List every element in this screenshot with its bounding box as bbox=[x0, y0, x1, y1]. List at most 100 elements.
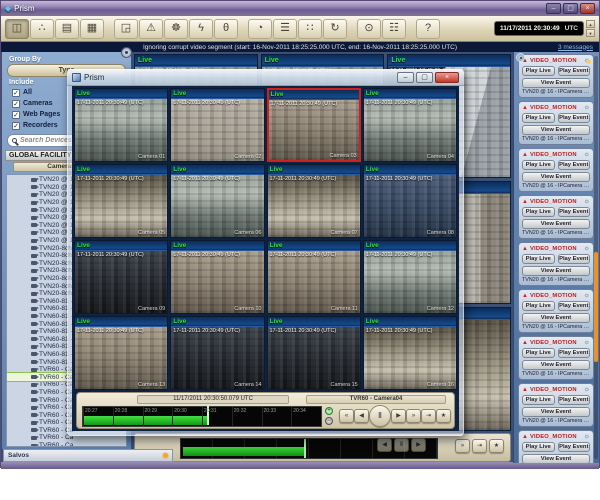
jump-end-button[interactable]: ⇥ bbox=[421, 409, 436, 423]
play-live-button[interactable]: Play Live bbox=[522, 254, 555, 264]
play-live-button[interactable]: Play Live bbox=[522, 442, 555, 452]
camera-tile[interactable]: Live 17-11-2011 20:30:49 (UTC) Camera 06 bbox=[170, 164, 264, 238]
camera-tile[interactable]: Live 17-11-2011 20:30:49 (UTC) Camera 08 bbox=[363, 164, 457, 238]
child-maximize-button[interactable]: ▢ bbox=[416, 72, 433, 83]
bg-bookmark-button[interactable]: ★ bbox=[489, 439, 504, 453]
actions-button[interactable]: ϟ bbox=[189, 19, 213, 39]
play-event-button[interactable]: Play Event bbox=[558, 207, 591, 217]
camera-tile[interactable]: Live 17-11-2011 20:30:49 (UTC) Camera 16 bbox=[363, 316, 457, 390]
layout-panes-button[interactable]: ◫ bbox=[5, 19, 29, 39]
play-event-button[interactable]: Play Event bbox=[558, 301, 591, 311]
view-event-button[interactable]: View Event bbox=[522, 407, 590, 417]
play-reverse-button[interactable]: ◀ bbox=[354, 409, 369, 423]
view-event-button[interactable]: View Event bbox=[522, 313, 590, 323]
events-scrollbar-thumb[interactable] bbox=[594, 252, 598, 362]
camera-tile[interactable]: Live 17-11-2011 20:30:49 (UTC) Camera 14 bbox=[170, 316, 264, 390]
camera-tile[interactable]: Live 17-11-2011 20:30:49 (UTC) Camera 02 bbox=[170, 88, 264, 162]
timeline-zoom-out-button[interactable]: − bbox=[325, 417, 333, 425]
pause-button[interactable]: Ⅱ bbox=[369, 405, 391, 427]
events-button[interactable]: ☸ bbox=[164, 19, 188, 39]
view-event-button[interactable]: View Event bbox=[522, 360, 590, 370]
bg-jump-end-button[interactable]: ⇥ bbox=[472, 439, 487, 453]
filter-checkbox[interactable]: ✓ bbox=[12, 100, 20, 108]
camera-tile[interactable]: Live 17-11-2011 20:30:49 (UTC) Camera 13 bbox=[74, 316, 168, 390]
bg-play-button[interactable]: ▶ bbox=[411, 438, 426, 452]
bg-fast-forward-button[interactable]: » bbox=[455, 439, 470, 453]
view-event-button[interactable]: View Event bbox=[522, 266, 590, 276]
camera-tile[interactable]: Live 17-11-2011 20:30:49 (UTC) Camera 03 bbox=[267, 88, 361, 162]
view-event-button[interactable]: View Event bbox=[522, 78, 590, 88]
event-gear-icon[interactable]: ☼ bbox=[584, 151, 590, 159]
event-gear-icon[interactable]: ☼ bbox=[584, 292, 590, 300]
camera-tile[interactable]: Live 17-11-2011 20:30:49 (UTC) Camera 01 bbox=[74, 88, 168, 162]
view-event-button[interactable]: View Event bbox=[522, 454, 590, 463]
play-event-button[interactable]: Play Event bbox=[558, 395, 591, 405]
event-gear-icon[interactable]: ☼ bbox=[584, 433, 590, 441]
play-live-button[interactable]: Play Live bbox=[522, 348, 555, 358]
jump-start-button[interactable]: « bbox=[339, 409, 354, 423]
view-event-button[interactable]: View Event bbox=[522, 125, 590, 135]
filter-checkbox[interactable]: ✓ bbox=[12, 111, 20, 119]
network-button[interactable]: ☷ bbox=[382, 19, 406, 39]
help-button[interactable]: ? bbox=[416, 19, 440, 39]
events-settings-gear-icon[interactable] bbox=[516, 53, 525, 62]
play-live-button[interactable]: Play Live bbox=[522, 66, 555, 76]
play-live-button[interactable]: Play Live bbox=[522, 207, 555, 217]
filter-checkbox[interactable]: ✓ bbox=[12, 89, 20, 97]
camera-tile[interactable]: Live 17-11-2011 20:30:49 (UTC) Camera 09 bbox=[74, 240, 168, 314]
event-gear-icon[interactable]: ☼ bbox=[584, 339, 590, 347]
camera-tile[interactable]: Live 17-11-2011 20:30:49 (UTC) Camera 15 bbox=[267, 316, 361, 390]
close-button[interactable]: × bbox=[580, 3, 595, 14]
view-event-button[interactable]: View Event bbox=[522, 172, 590, 182]
background-timeline-cursor[interactable] bbox=[304, 439, 306, 458]
filter-checkbox[interactable]: ✓ bbox=[12, 122, 20, 130]
playback-timeline[interactable]: 20:27 20:28 20:29 20:30 bbox=[82, 406, 322, 427]
grid-layout-button[interactable]: ▦ bbox=[80, 19, 104, 39]
camera-tile[interactable]: Live 17-11-2011 20:30:49 (UTC) Camera 05 bbox=[74, 164, 168, 238]
event-gear-icon[interactable]: ☼ bbox=[584, 386, 590, 394]
alarms-button[interactable]: ⚠ bbox=[139, 19, 163, 39]
play-live-button[interactable]: Play Live bbox=[522, 301, 555, 311]
play-event-button[interactable]: Play Event bbox=[558, 254, 591, 264]
play-live-button[interactable]: Play Live bbox=[522, 160, 555, 170]
salvos-bar[interactable]: Salvos bbox=[3, 449, 173, 462]
play-event-button[interactable]: Play Event bbox=[558, 66, 591, 76]
child-close-button[interactable]: × bbox=[435, 72, 459, 83]
bg-pause-button[interactable]: Ⅱ bbox=[394, 438, 409, 452]
play-live-button[interactable]: Play Live bbox=[522, 395, 555, 405]
spin-down-button[interactable]: ▼ bbox=[586, 29, 595, 37]
child-title-bar[interactable]: Prism – ▢ × bbox=[67, 69, 464, 86]
play-event-button[interactable]: Play Event bbox=[558, 442, 591, 452]
components-button[interactable]: ∷ bbox=[298, 19, 322, 39]
messages-link[interactable]: 3 messages bbox=[558, 44, 593, 51]
video-search-button[interactable]: ◲ bbox=[114, 19, 138, 39]
play-button[interactable]: ▶ bbox=[391, 409, 406, 423]
maximize-button[interactable]: ▢ bbox=[563, 3, 578, 14]
event-gear-icon[interactable]: ☼ bbox=[584, 245, 590, 253]
camera-tile[interactable]: Live 17-11-2011 20:30:49 (UTC) Camera 11 bbox=[267, 240, 361, 314]
lock-button[interactable]: θ bbox=[214, 19, 238, 39]
minimize-button[interactable]: – bbox=[546, 3, 561, 14]
bg-play-reverse-button[interactable]: ◀ bbox=[377, 438, 392, 452]
play-event-button[interactable]: Play Event bbox=[558, 113, 591, 123]
time-button[interactable]: ◔ bbox=[248, 19, 272, 39]
camera-tile[interactable]: Live 17-11-2011 20:30:49 (UTC) Camera 10 bbox=[170, 240, 264, 314]
event-gear-icon[interactable]: ☼ bbox=[584, 198, 590, 206]
spin-up-button[interactable]: ▲ bbox=[586, 20, 595, 28]
sidebar-collapse-toggle[interactable] bbox=[121, 47, 132, 58]
tree-item[interactable]: TVR60 - Ca bbox=[7, 442, 126, 447]
device-tree-button[interactable]: ∴ bbox=[30, 19, 54, 39]
sequence-button[interactable]: ▤ bbox=[55, 19, 79, 39]
camera-tile[interactable]: Live 17-11-2011 20:30:49 (UTC) Camera 07 bbox=[267, 164, 361, 238]
schedule-button[interactable]: ⊙ bbox=[357, 19, 381, 39]
camera-tile[interactable]: Live 17-11-2011 20:30:49 (UTC) Camera 04 bbox=[363, 88, 457, 162]
rules-button[interactable]: ☰ bbox=[273, 19, 297, 39]
view-event-button[interactable]: View Event bbox=[522, 219, 590, 229]
bookmark-button[interactable]: ★ bbox=[436, 409, 451, 423]
play-event-button[interactable]: Play Event bbox=[558, 160, 591, 170]
sync-button[interactable]: ↻ bbox=[323, 19, 347, 39]
play-live-button[interactable]: Play Live bbox=[522, 113, 555, 123]
play-event-button[interactable]: Play Event bbox=[558, 348, 591, 358]
child-minimize-button[interactable]: – bbox=[397, 72, 414, 83]
event-gear-icon[interactable]: ☼ bbox=[584, 104, 590, 112]
